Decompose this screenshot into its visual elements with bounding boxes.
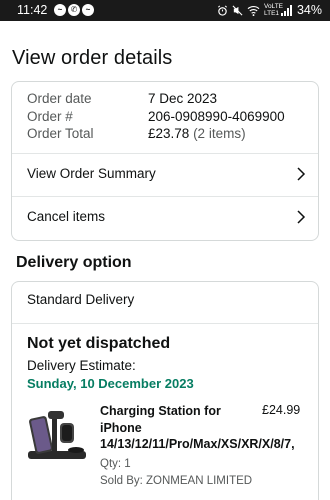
- mute-icon: [232, 5, 243, 15]
- product-price: £24.99: [262, 403, 301, 417]
- order-date-label: Order date: [27, 91, 92, 106]
- status-right: VoLTE LTE1 34%: [217, 3, 322, 17]
- order-total-value: £23.78 (2 items): [148, 126, 246, 141]
- divider: [12, 323, 318, 324]
- order-number-label: Order #: [27, 109, 73, 124]
- delivery-option-heading: Delivery option: [16, 254, 132, 271]
- delivery-estimate-date: Sunday, 10 December 2023: [27, 376, 194, 391]
- dispatch-status: Not yet dispatched: [27, 335, 171, 352]
- order-total-label: Order Total: [27, 126, 94, 141]
- status-time: 11:42: [17, 3, 48, 17]
- order-total-amount: £23.78: [148, 126, 190, 141]
- order-info-card: Order date 7 Dec 2023 Order # 206-090899…: [11, 81, 319, 241]
- lte-indicator: VoLTE LTE1: [263, 3, 283, 17]
- view-order-summary-link[interactable]: View Order Summary: [12, 154, 318, 196]
- alarm-icon: [217, 5, 227, 16]
- page-title: View order details: [12, 47, 173, 69]
- signal-icon: [280, 4, 292, 16]
- cancel-items-label: Cancel items: [27, 209, 106, 224]
- product-models[interactable]: 14/13/12/11/Pro/Max/XS/XR/X/8/7,: [100, 437, 295, 451]
- delivery-card: Standard Delivery Not yet dispatched Del…: [11, 281, 319, 500]
- delivery-option-name: Standard Delivery: [27, 292, 135, 307]
- battery-percent: 34%: [296, 3, 322, 17]
- order-total-items: (2 items): [193, 126, 246, 141]
- product-seller: Sold By: ZONMEAN LIMITED: [100, 475, 253, 487]
- product-image[interactable]: [26, 403, 88, 465]
- order-number-value: 206-0908990-4069900: [148, 109, 285, 124]
- messenger-icon: ~: [82, 4, 94, 16]
- cancel-items-link[interactable]: Cancel items: [12, 197, 318, 239]
- product-quantity: Qty: 1: [100, 458, 131, 470]
- wifi-icon: [247, 5, 260, 16]
- product-title[interactable]: Charging Station for iPhone: [100, 403, 250, 437]
- delivery-estimate-label: Delivery Estimate:: [27, 358, 136, 373]
- order-date-value: 7 Dec 2023: [148, 91, 218, 106]
- status-bar: 11:42 ~ ✆ ~ VoLTE LTE1 34%: [0, 0, 330, 21]
- view-order-summary-label: View Order Summary: [27, 166, 156, 181]
- notification-icons: ~ ✆ ~: [54, 4, 94, 16]
- messenger-icon: ~: [54, 4, 66, 16]
- chevron-right-icon: [297, 167, 306, 181]
- chevron-right-icon: [297, 210, 306, 224]
- whatsapp-icon: ✆: [68, 4, 80, 16]
